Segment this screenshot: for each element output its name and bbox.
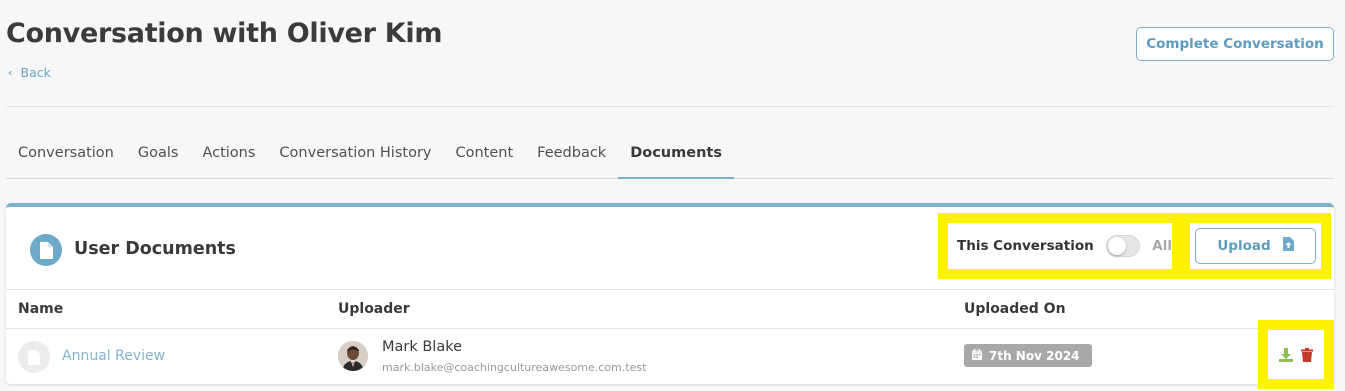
tab-feedback[interactable]: Feedback (525, 140, 618, 179)
calendar-icon (972, 348, 982, 363)
table-row: Annual Review Mark Blake mark.blake@coac… (6, 329, 1334, 384)
toggle-highlight: This Conversation All (938, 213, 1182, 279)
tab-conversation-history[interactable]: Conversation History (267, 140, 443, 179)
tab-conversation[interactable]: Conversation (6, 140, 126, 179)
upload-label: Upload (1217, 238, 1271, 254)
uploader-name: Mark Blake (382, 339, 463, 355)
document-name-link[interactable]: Annual Review (62, 348, 165, 364)
toggle-label-this-conversation: This Conversation (957, 238, 1094, 254)
card-title: User Documents (74, 239, 236, 259)
back-label: Back (20, 65, 51, 80)
tab-documents[interactable]: Documents (618, 140, 734, 179)
uploaded-date-badge: 7th Nov 2024 (964, 344, 1092, 367)
download-icon[interactable] (1279, 347, 1293, 362)
tab-bar: Conversation Goals Actions Conversation … (6, 140, 1334, 179)
file-upload-icon (1282, 237, 1294, 255)
file-icon (18, 341, 50, 373)
chevron-left-icon: ‹ (8, 66, 13, 79)
table-header: Name Uploader Uploaded On (6, 289, 1334, 329)
header-divider (6, 106, 1334, 107)
row-actions-highlight (1258, 320, 1334, 389)
avatar (338, 341, 368, 371)
user-documents-card: User Documents This Conversation All Upl… (6, 203, 1334, 384)
uploaded-date: 7th Nov 2024 (989, 348, 1080, 363)
conversation-scope-toggle[interactable] (1105, 235, 1141, 257)
page-title: Conversation with Oliver Kim (6, 18, 443, 49)
toggle-label-all: All (1152, 238, 1172, 254)
trash-icon[interactable] (1301, 347, 1313, 362)
tab-goals[interactable]: Goals (126, 140, 191, 179)
upload-highlight: Upload (1180, 213, 1331, 279)
upload-button[interactable]: Upload (1195, 228, 1316, 264)
column-header-uploaded-on: Uploaded On (964, 301, 1066, 317)
column-header-uploader: Uploader (338, 301, 410, 317)
document-icon (30, 234, 62, 266)
back-link[interactable]: ‹ Back (8, 65, 51, 80)
uploader-email: mark.blake@coachingcultureawesome.com.te… (382, 361, 647, 374)
tab-actions[interactable]: Actions (190, 140, 267, 179)
complete-conversation-button[interactable]: Complete Conversation (1136, 27, 1334, 61)
toggle-knob (1107, 237, 1126, 255)
tab-content[interactable]: Content (443, 140, 525, 179)
column-header-name: Name (18, 301, 64, 317)
